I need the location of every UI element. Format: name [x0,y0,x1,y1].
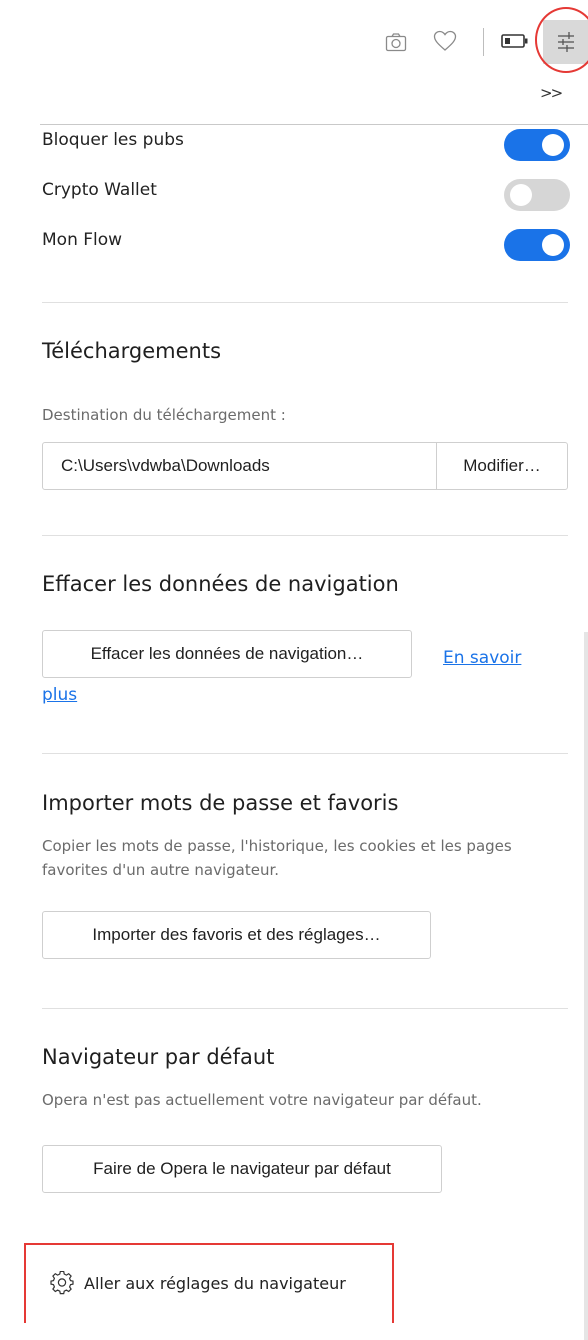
camera-icon[interactable] [384,30,408,54]
highlight-circle-annotation [535,7,588,73]
toolbar-separator [483,28,484,56]
downloads-title: Téléchargements [42,339,222,363]
ad-block-toggle[interactable] [504,129,570,161]
battery-icon[interactable] [500,32,530,50]
toggle-row-my-flow: Mon Flow [42,225,572,261]
toggle-knob [542,234,564,256]
toggle-knob [542,134,564,156]
heart-icon[interactable] [432,28,458,54]
default-browser-title: Navigateur par défaut [42,1045,275,1069]
gear-icon [50,1271,74,1295]
crypto-wallet-toggle[interactable] [504,179,570,211]
section-divider [42,535,568,536]
toggle-label: Mon Flow [42,230,123,250]
section-divider [42,753,568,754]
learn-more-link-continued[interactable]: plus [42,685,77,705]
toggle-label: Crypto Wallet [42,180,157,200]
default-browser-description: Opera n'est pas actuellement votre navig… [42,1091,482,1109]
download-destination-label: Destination du téléchargement : [42,406,286,424]
section-divider [42,302,568,303]
download-path-value[interactable]: C:\Users\vdwba\Downloads [43,443,436,489]
toggle-row-crypto-wallet: Crypto Wallet [42,175,572,211]
change-download-path-button[interactable]: Modifier… [436,443,567,489]
toggle-knob [510,184,532,206]
easy-setup-panel: Bloquer les pubs Crypto Wallet Mon Flow … [0,125,588,1340]
browser-settings-label: Aller aux réglages du navigateur [84,1273,346,1293]
browser-settings-link[interactable]: Aller aux réglages du navigateur [50,1271,346,1295]
toggle-row-ad-block: Bloquer les pubs [42,125,572,161]
import-description: Copier les mots de passe, l'historique, … [42,837,512,879]
my-flow-toggle[interactable] [504,229,570,261]
import-title: Importer mots de passe et favoris [42,791,399,815]
download-path-field: C:\Users\vdwba\Downloads Modifier… [42,442,568,490]
make-default-browser-button[interactable]: Faire de Opera le navigateur par défaut [42,1145,442,1193]
section-divider [42,1008,568,1009]
more-chevron-icon[interactable]: >> [540,84,563,102]
learn-more-link[interactable]: En savoir [443,648,521,668]
scrollbar[interactable] [584,632,588,1340]
clear-data-title: Effacer les données de navigation [42,572,399,596]
import-bookmarks-button[interactable]: Importer des favoris et des réglages… [42,911,431,959]
toggle-label: Bloquer les pubs [42,130,184,150]
clear-browsing-data-button[interactable]: Effacer les données de navigation… [42,630,412,678]
browser-toolbar: >> [0,0,588,125]
